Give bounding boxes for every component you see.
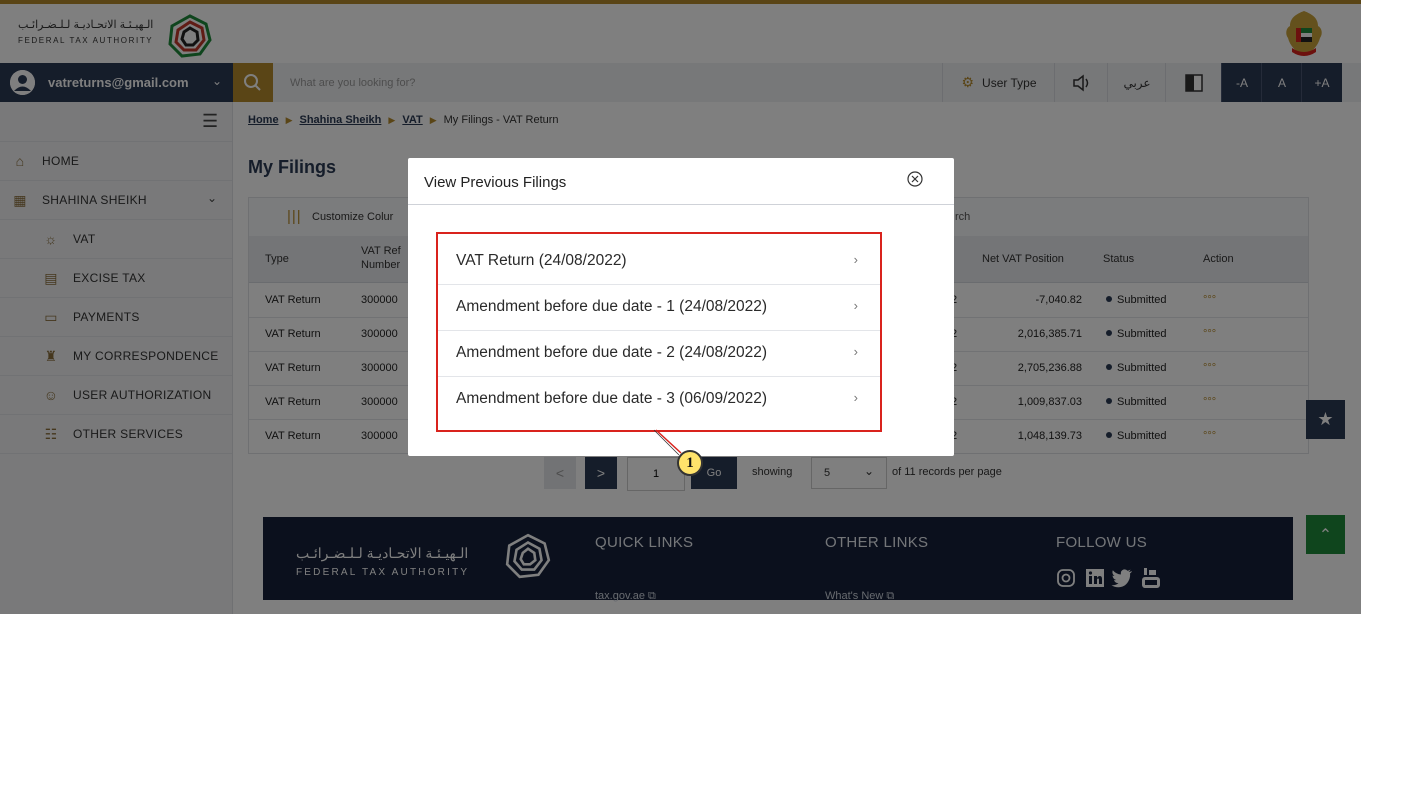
callout-number-badge: 1 — [677, 450, 703, 476]
callout-pointer-line — [653, 429, 682, 456]
app-window: الـهيـئـة الاتحـاديـة لـلـضـرائـب FEDERA… — [0, 0, 1361, 614]
